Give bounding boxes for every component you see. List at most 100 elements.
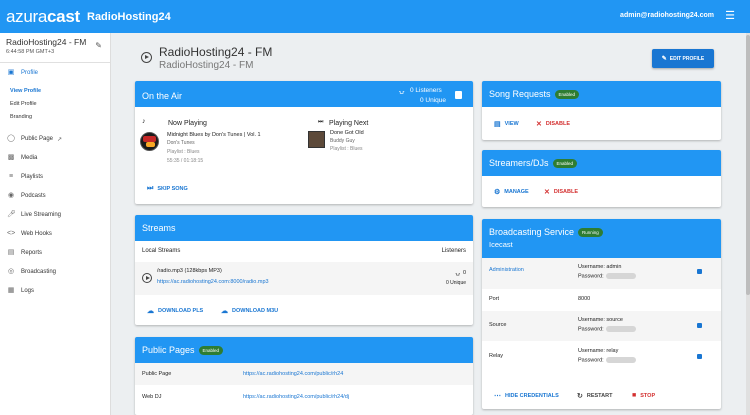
admin-row: Administration Username: admin Password: xyxy=(482,258,721,289)
edit-pencil-icon[interactable]: ✎ xyxy=(95,41,102,50)
sidebar-subitem-view-profile[interactable]: View Profile xyxy=(10,88,41,94)
sidebar-item-podcasts[interactable]: ◉ Podcasts xyxy=(0,189,110,203)
port-row: Port 8000 xyxy=(482,289,721,309)
public-page-label: Public Page xyxy=(142,371,172,377)
restart-label: RESTART xyxy=(586,393,613,399)
administration-link[interactable]: Administration xyxy=(489,267,524,273)
relay-row: Relay Username: relay Password: xyxy=(482,342,721,372)
list-icon: ▤ xyxy=(494,121,501,128)
mic-icon: 🎤︎ xyxy=(7,211,16,218)
sidebar-item-label: Playlists xyxy=(21,174,44,180)
password-mask xyxy=(605,326,636,332)
status-badge: Running xyxy=(578,228,603,238)
now-song-playlist: Playlist : Blues xyxy=(167,149,200,155)
public-pages-header: Public Pages Enabled xyxy=(135,337,473,363)
listeners-count: 0 Listeners xyxy=(410,87,442,94)
more-icon: ⋯ xyxy=(494,393,501,400)
status-badge: Enabled xyxy=(554,90,580,100)
stream-row: /radio.mp3 (128kbps MP3) https://ac.radi… xyxy=(135,262,473,295)
disable-label: DISABLE xyxy=(553,189,579,195)
view-label: VIEW xyxy=(504,121,519,127)
sidebar-item-web-hooks[interactable]: <> Web Hooks xyxy=(0,227,110,241)
streams-title: Streams xyxy=(142,223,176,233)
manage-streamers-button[interactable]: ⚙ MANAGE xyxy=(494,188,529,196)
hide-credentials-button[interactable]: ⋯ HIDE CREDENTIALS xyxy=(494,392,559,400)
stream-play-icon[interactable] xyxy=(142,273,152,283)
stop-button[interactable]: ■ STOP xyxy=(632,392,655,399)
azuracast-logo[interactable]: azuracast xyxy=(6,7,80,26)
source-username: Username: source xyxy=(578,317,623,323)
scrollbar-thumb[interactable] xyxy=(746,35,750,295)
play-icon[interactable] xyxy=(141,52,152,63)
sidebar-item-broadcasting[interactable]: ◎ Broadcasting xyxy=(0,265,110,279)
station-name: RadioHosting24 xyxy=(87,11,171,23)
admin-password: Password: xyxy=(578,273,636,279)
headphones-icon: ⍽ xyxy=(455,270,460,276)
copy-icon[interactable] xyxy=(697,323,702,328)
sidebar-item-public-page[interactable]: ◯ Public Page ↗ xyxy=(0,132,110,146)
web-dj-url[interactable]: https://ac.radiohosting24.com/public/rh2… xyxy=(243,394,349,400)
restart-button[interactable]: ↻ RESTART xyxy=(577,392,612,400)
headphones-icon: ⍽ xyxy=(399,87,405,94)
profile-icon: ▣ xyxy=(7,69,15,76)
broadcasting-title-text: Broadcasting Service xyxy=(489,227,575,237)
song-requests-title-text: Song Requests xyxy=(489,89,551,99)
page-subtitle: RadioHosting24 - FM xyxy=(159,60,254,71)
sidebar-item-playlists[interactable]: ≡ Playlists xyxy=(0,170,110,184)
download-pls-label: DOWNLOAD PLS xyxy=(158,308,204,314)
public-page-url[interactable]: https://ac.radiohosting24.com/public/rh2… xyxy=(243,371,343,377)
top-bar: azuracast RadioHosting24 admin@radiohost… xyxy=(0,0,750,33)
sidebar-item-logs[interactable]: ▦ Logs xyxy=(0,284,110,298)
playing-next-label: Playing Next xyxy=(329,120,369,127)
disable-requests-button[interactable]: ✕ DISABLE xyxy=(536,120,570,128)
sidebar-item-media[interactable]: ▩ Media xyxy=(0,151,110,165)
port-value: 8000 xyxy=(578,296,591,302)
next-song-playlist: Playlist : Blues xyxy=(330,146,363,152)
next-album-art xyxy=(308,131,325,148)
song-requests-card: Song Requests Enabled ▤ VIEW ✕ DISABLE xyxy=(482,81,721,140)
report-icon[interactable] xyxy=(455,91,462,99)
streams-card: Streams Local Streams Listeners /radio.m… xyxy=(135,215,473,325)
edit-profile-button[interactable]: ✎ EDIT PROFILE xyxy=(652,49,714,68)
disable-label: DISABLE xyxy=(545,121,571,127)
sidebar-item-profile[interactable]: ▣ Profile xyxy=(0,66,110,80)
streamers-header: Streamers/DJs Enabled xyxy=(482,150,721,176)
sidebar-item-reports[interactable]: ▤ Reports xyxy=(0,246,110,260)
cloud-download-icon: ☁ xyxy=(221,308,228,315)
download-m3u-button[interactable]: ☁ DOWNLOAD M3U xyxy=(221,307,278,315)
next-song-artist: Buddy Guy xyxy=(330,138,355,144)
source-password: Password: xyxy=(578,326,636,332)
now-playing-album-art xyxy=(140,132,159,151)
copy-icon[interactable] xyxy=(697,354,702,359)
pencil-icon: ✎ xyxy=(661,56,667,62)
stream-url[interactable]: https://ac.radiohosting24.com:8000/radio… xyxy=(157,279,269,285)
password-mask xyxy=(605,357,636,363)
logo-text-main: azura xyxy=(6,7,48,26)
user-menu[interactable]: admin@radiohosting24.com xyxy=(620,12,714,19)
copy-icon[interactable] xyxy=(697,269,702,274)
sidebar-subitem-edit-profile[interactable]: Edit Profile xyxy=(10,101,37,107)
sidebar-subitem-branding[interactable]: Branding xyxy=(10,114,32,120)
view-requests-button[interactable]: ▤ VIEW xyxy=(494,120,519,128)
restart-icon: ↻ xyxy=(577,393,583,400)
sidebar-item-live-streaming[interactable]: 🎤︎ Live Streaming xyxy=(0,208,110,222)
now-playing-label: Now Playing xyxy=(168,120,207,127)
sidebar-header: RadioHosting24 - FM 6:44:58 PM GMT+3 ✎ xyxy=(0,33,110,63)
public-pages-title: Public Pages Enabled xyxy=(142,345,224,356)
source-row: Source Username: source Password: xyxy=(482,311,721,341)
sidebar-item-label: Web Hooks xyxy=(21,231,52,237)
report-icon: ▤ xyxy=(7,249,15,256)
music-note-icon: ♪ xyxy=(142,118,146,125)
sidebar-item-label: Logs xyxy=(21,288,35,294)
menu-toggle-icon[interactable]: ☰ xyxy=(725,11,735,22)
download-pls-button[interactable]: ☁ DOWNLOAD PLS xyxy=(147,307,203,315)
playlist-icon: ≡ xyxy=(8,173,14,180)
disable-streamers-button[interactable]: ✕ DISABLE xyxy=(544,188,578,196)
skip-song-button[interactable]: ⏭︎ SKIP SONG xyxy=(147,185,188,193)
manage-label: MANAGE xyxy=(504,189,529,195)
close-icon: ✕ xyxy=(544,189,550,196)
listeners-column-header: Listeners xyxy=(441,248,466,254)
stream-unique-count: 0 Unique xyxy=(445,280,466,286)
public-page-row: Public Page https://ac.radiohosting24.co… xyxy=(135,363,473,385)
web-dj-row: Web DJ https://ac.radiohosting24.com/pub… xyxy=(135,386,473,408)
